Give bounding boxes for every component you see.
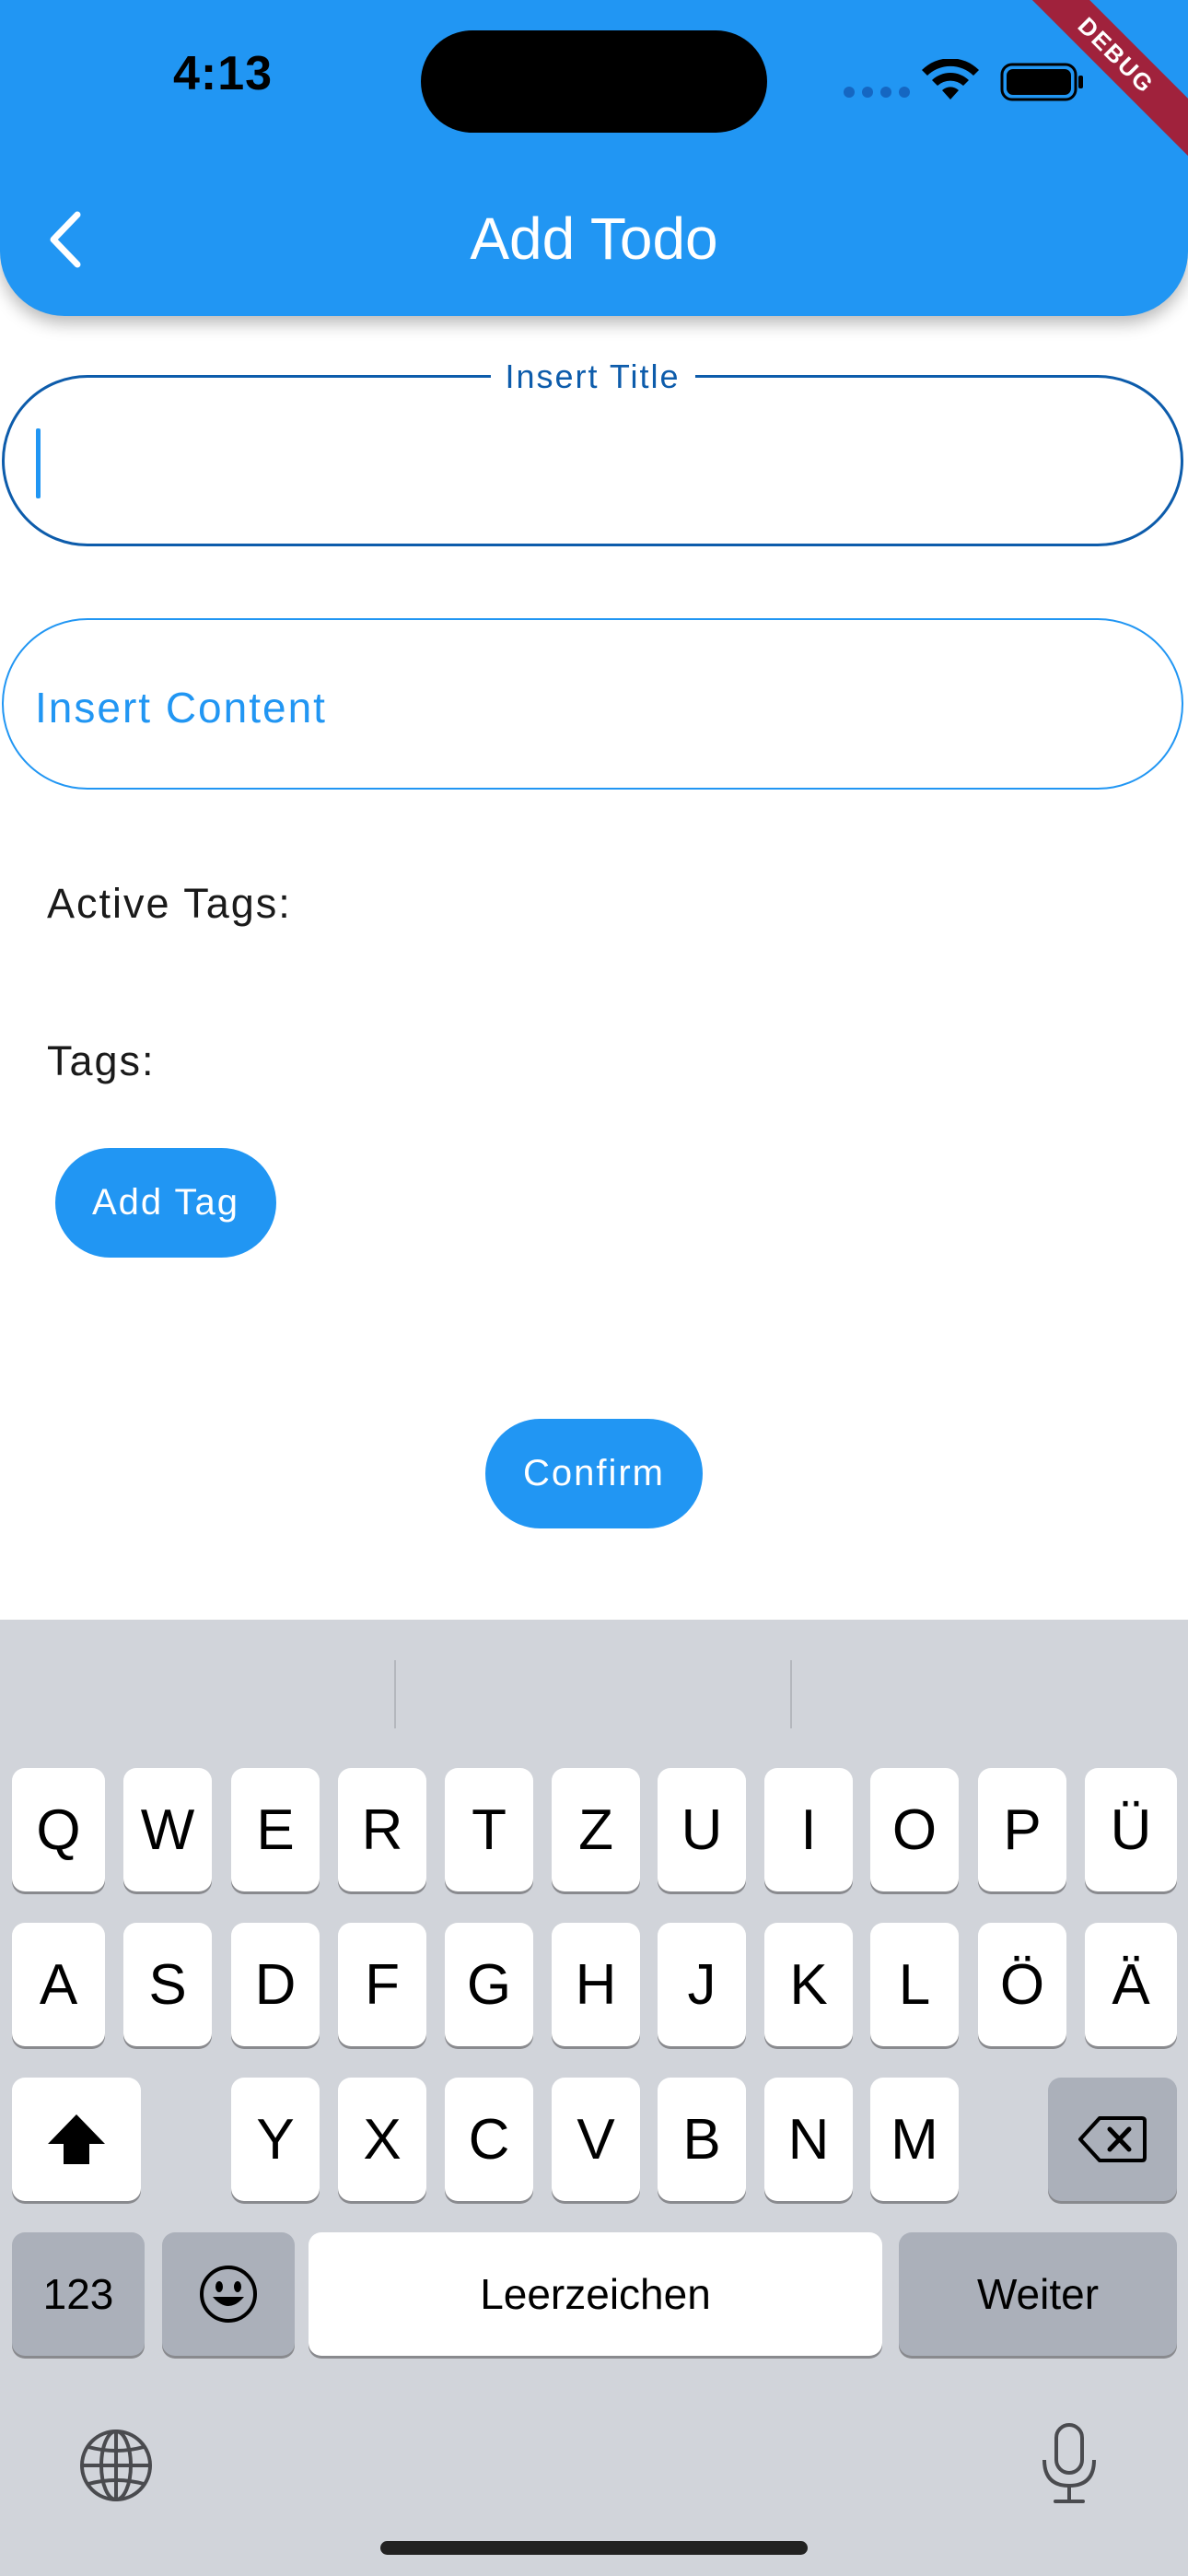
screen: 4:13 Add Todo DE B U G Insert Title Insert … <box>0 0 1188 2576</box>
key-c[interactable]: C <box>445 2078 533 2201</box>
keyboard: Q W E R T Z U I O P Ü A S D F G H J K L … <box>0 1620 1188 2576</box>
shift-icon <box>48 2114 105 2164</box>
delete-key[interactable] <box>1048 2078 1177 2201</box>
key-p[interactable]: P <box>978 1768 1066 1891</box>
globe-icon[interactable] <box>77 2427 155 2504</box>
return-key[interactable]: Weiter <box>899 2232 1177 2356</box>
key-l[interactable]: L <box>870 1923 959 2046</box>
numbers-key[interactable]: 123 <box>12 2232 145 2356</box>
key-h[interactable]: H <box>552 1923 640 2046</box>
key-v[interactable]: V <box>552 2078 640 2201</box>
key-k[interactable]: K <box>764 1923 853 2046</box>
key-j[interactable]: J <box>658 1923 746 2046</box>
key-w[interactable]: W <box>123 1768 212 1891</box>
home-indicator <box>380 2541 808 2555</box>
key-s[interactable]: S <box>123 1923 212 2046</box>
key-m[interactable]: M <box>870 2078 959 2201</box>
key-o[interactable]: O <box>870 1768 959 1891</box>
key-d[interactable]: D <box>231 1923 320 2046</box>
suggestion-divider <box>394 1660 396 1728</box>
tags-label: Tags: <box>47 1037 156 1084</box>
key-z[interactable]: Z <box>552 1768 640 1891</box>
key-n[interactable]: N <box>764 2078 853 2201</box>
key-x[interactable]: X <box>338 2078 426 2201</box>
suggestion-divider <box>790 1660 792 1728</box>
content-input-placeholder: Insert Content <box>35 684 327 732</box>
emoji-icon <box>200 2266 257 2323</box>
emoji-key[interactable] <box>162 2232 295 2356</box>
wifi-icon <box>922 59 979 100</box>
status-time: 4:13 <box>173 47 274 100</box>
space-key[interactable]: Leerzeichen <box>309 2232 882 2356</box>
active-tags-label: Active Tags: <box>47 880 292 927</box>
key-g[interactable]: G <box>445 1923 533 2046</box>
add-tag-button[interactable]: Add Tag <box>55 1148 276 1258</box>
key-a-umlaut[interactable]: Ä <box>1085 1923 1177 2046</box>
title-input[interactable]: Insert Title <box>2 357 1183 546</box>
backspace-icon <box>1078 2116 1147 2162</box>
key-u[interactable]: U <box>658 1768 746 1891</box>
key-e[interactable]: E <box>231 1768 320 1891</box>
shift-key[interactable] <box>12 2078 141 2201</box>
page-title: Add Todo <box>470 205 718 272</box>
title-input-label: Insert Title <box>490 357 695 396</box>
key-r[interactable]: R <box>338 1768 426 1891</box>
key-u-umlaut[interactable]: Ü <box>1085 1768 1177 1891</box>
dynamic-island <box>421 30 767 133</box>
battery-icon <box>1000 63 1083 101</box>
key-f[interactable]: F <box>338 1923 426 2046</box>
key-a[interactable]: A <box>12 1923 105 2046</box>
app-bar: 4:13 Add Todo <box>0 0 1188 316</box>
key-t[interactable]: T <box>445 1768 533 1891</box>
text-cursor <box>36 428 41 498</box>
microphone-icon[interactable] <box>1039 2421 1100 2506</box>
content-input[interactable]: Insert Content <box>2 618 1183 790</box>
key-o-umlaut[interactable]: Ö <box>978 1923 1066 2046</box>
key-i[interactable]: I <box>764 1768 853 1891</box>
confirm-button[interactable]: Confirm <box>485 1419 703 1528</box>
key-y[interactable]: Y <box>231 2078 320 2201</box>
cellular-signal-icon <box>844 87 910 98</box>
key-b[interactable]: B <box>658 2078 746 2201</box>
key-q[interactable]: Q <box>12 1768 105 1891</box>
